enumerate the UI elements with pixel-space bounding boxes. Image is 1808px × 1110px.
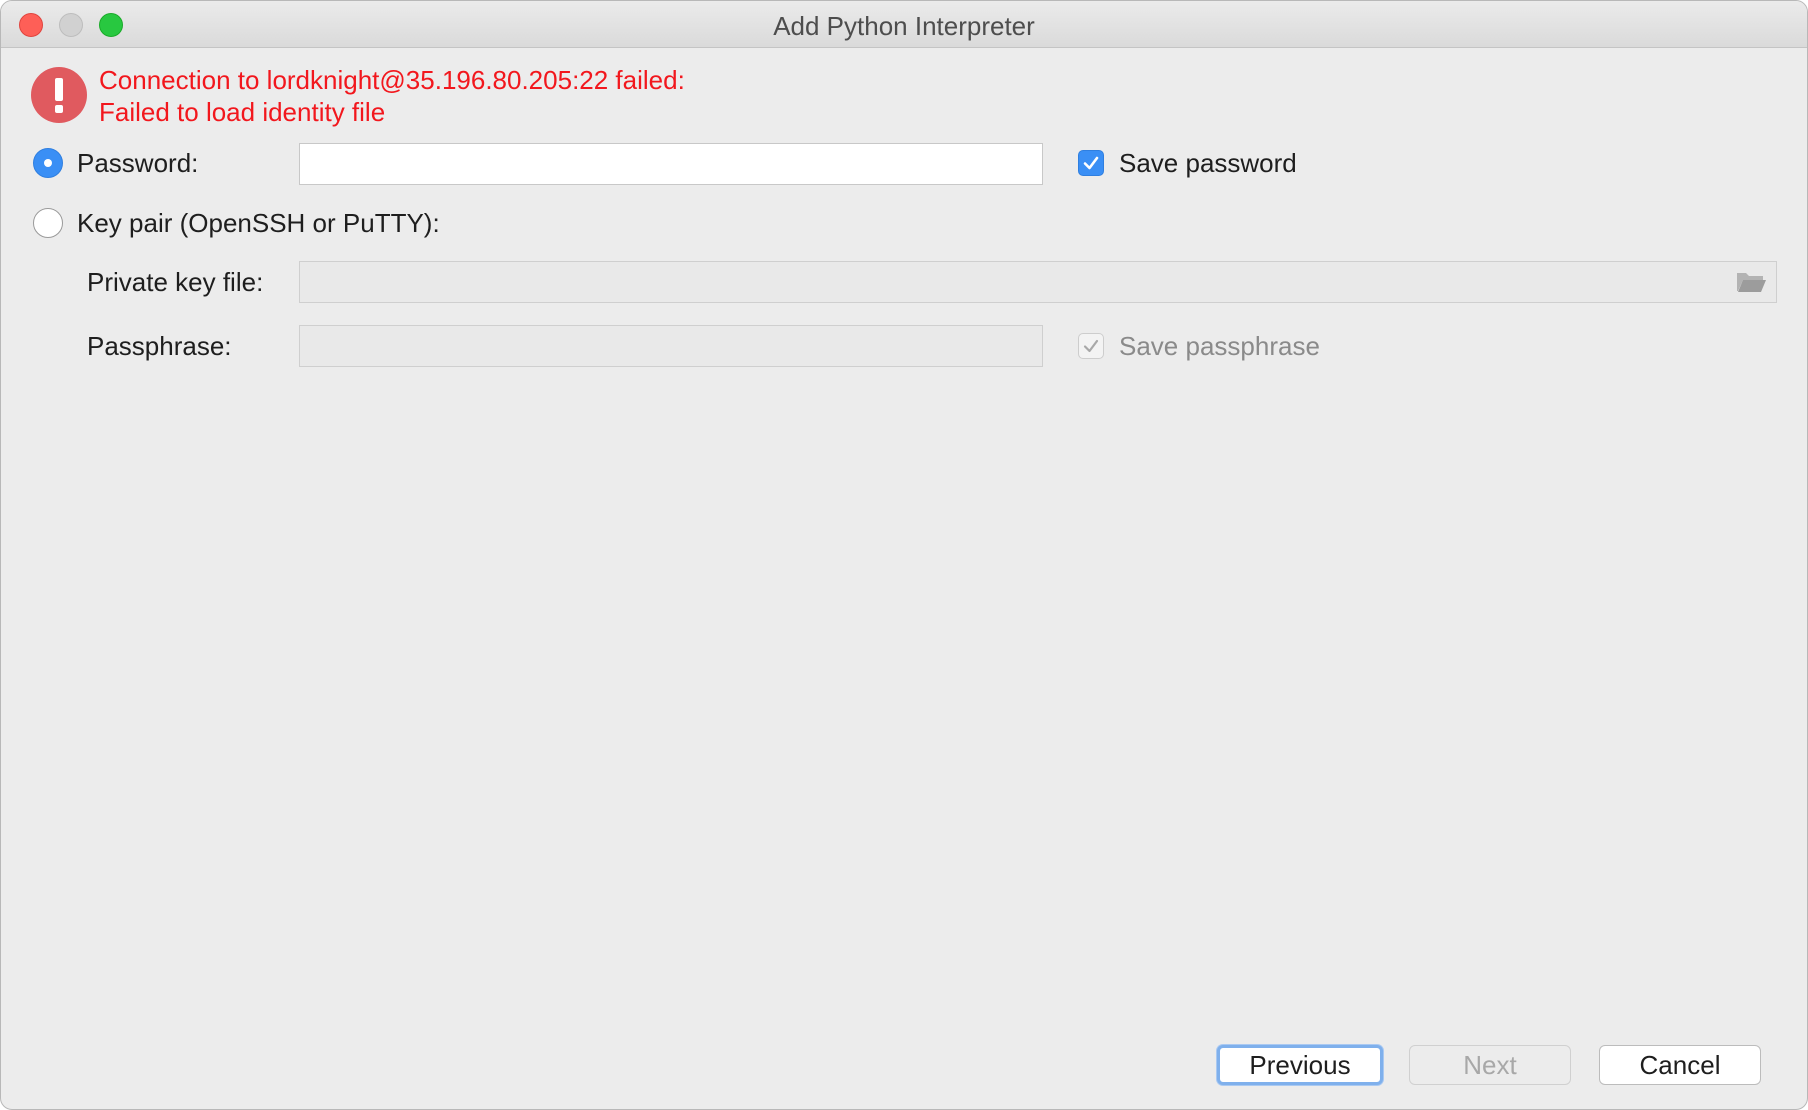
cancel-button[interactable]: Cancel bbox=[1599, 1045, 1761, 1085]
title-bar: Add Python Interpreter bbox=[1, 1, 1807, 48]
window-title: Add Python Interpreter bbox=[773, 11, 1035, 41]
key-pair-radio[interactable] bbox=[33, 208, 63, 238]
passphrase-label: Passphrase: bbox=[87, 331, 232, 361]
password-field[interactable] bbox=[299, 143, 1043, 185]
save-password-checkbox[interactable] bbox=[1078, 150, 1104, 176]
key-pair-label: Key pair (OpenSSH or PuTTY): bbox=[77, 208, 440, 238]
error-message-line1: Connection to lordknight@35.196.80.205:2… bbox=[99, 65, 685, 95]
save-passphrase-label: Save passphrase bbox=[1119, 331, 1320, 361]
error-exclamation-icon bbox=[31, 67, 87, 123]
password-label: Password: bbox=[77, 148, 199, 178]
add-python-interpreter-dialog: Add Python Interpreter Connection to lor… bbox=[0, 0, 1808, 1110]
passphrase-field[interactable] bbox=[299, 325, 1043, 367]
save-password-label: Save password bbox=[1119, 148, 1297, 178]
previous-button[interactable]: Previous bbox=[1217, 1045, 1383, 1085]
password-radio[interactable] bbox=[33, 148, 63, 178]
private-key-file-field[interactable] bbox=[299, 261, 1777, 303]
next-button[interactable]: Next bbox=[1409, 1045, 1571, 1085]
private-key-file-label: Private key file: bbox=[87, 267, 264, 297]
save-passphrase-checkbox[interactable] bbox=[1078, 333, 1104, 359]
folder-open-icon[interactable] bbox=[1735, 269, 1767, 300]
error-message-line2: Failed to load identity file bbox=[99, 97, 386, 127]
